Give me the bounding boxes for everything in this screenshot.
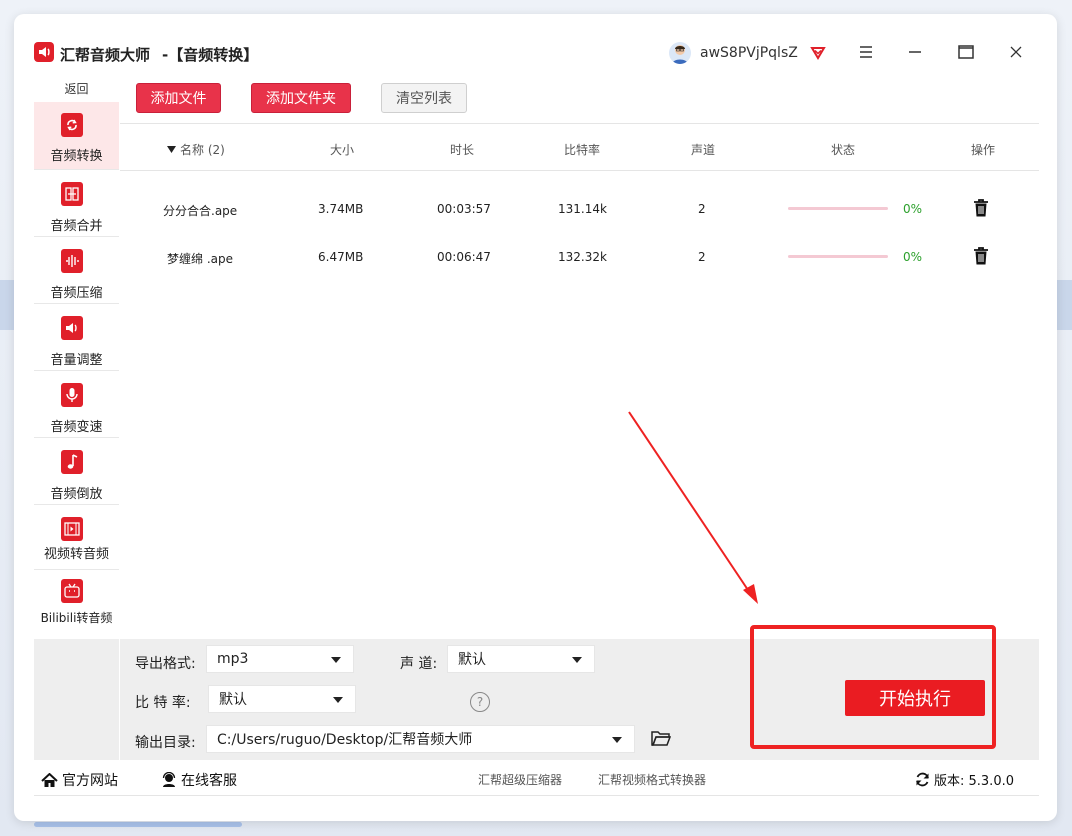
progress-percent: 0% [903,250,923,264]
channel-select[interactable]: 默认 [447,645,595,673]
sort-down-icon [167,146,176,153]
app-title: 汇帮音频大师 [60,46,151,64]
chevron-down-icon [331,657,341,663]
bitrate-label: 比 特 率: [135,695,191,711]
trash-icon[interactable] [972,198,990,218]
sidebar-item-label: 音频倒放 [50,487,103,502]
column-actions-header: 操作 [971,143,996,157]
version-info[interactable]: 版本: 5.3.0.0 [915,770,1014,789]
bitrate-select[interactable]: 默认 [208,685,356,713]
support-link[interactable]: 在线客服 [161,770,237,790]
column-bitrate-header: 比特率 [564,143,601,157]
file-size: 6.47MB [318,250,364,264]
sidebar-item-volume[interactable]: 音量调整 [34,305,119,371]
sidebar-footer [34,639,119,760]
close-icon[interactable] [1006,42,1026,62]
file-name: 分分合合.ape [163,204,238,218]
start-button[interactable]: 开始执行 [845,680,985,716]
file-bitrate: 131.14k [558,202,607,216]
audio-compress-icon [61,249,83,273]
sidebar-item-video-to-audio[interactable]: 视频转音频 [34,506,119,570]
file-duration: 00:03:57 [437,202,491,216]
refresh-icon [916,772,929,787]
sidebar-item-label: 视频转音频 [43,547,109,562]
trash-icon[interactable] [972,246,990,266]
settings-panel: 导出格式: mp3 声 道: 默认 比 特 率: 默认 ? 输出目录: C:/U… [120,639,1039,760]
file-name: 梦缠绵 .ape [167,252,233,266]
sidebar-item-audio-compress[interactable]: 音频压缩 [34,238,119,304]
music-note-icon [61,450,83,474]
format-select[interactable]: mp3 [206,645,354,673]
sidebar-item-bilibili[interactable]: Bilibili转音频 [34,574,119,640]
column-channels-header: 声道 [691,143,716,157]
add-folder-button[interactable]: 添加文件夹 [251,83,351,113]
help-icon[interactable]: ? [470,692,490,712]
folder-open-icon[interactable] [651,729,671,747]
headset-icon [162,772,176,787]
sidebar-item-audio-merge[interactable]: 音频合并 [34,171,119,237]
vip-diamond-icon[interactable] [808,42,828,62]
user-avatar[interactable] [669,42,691,64]
add-file-button[interactable]: 添加文件 [136,83,221,113]
file-channels: 2 [698,202,706,216]
audio-merge-icon [61,182,83,206]
status-bar: 官方网站 在线客服 汇帮超级压缩器 汇帮视频格式转换器 版本: 5.3.0.0 [34,760,1039,796]
sidebar-item-label: 音频变速 [50,420,103,435]
column-name-header[interactable]: 名称 (2) [167,141,225,158]
video-converter-link[interactable]: 汇帮视频格式转换器 [598,771,706,788]
chevron-down-icon [612,737,622,743]
website-link[interactable]: 官方网站 [41,770,118,790]
microphone-icon [61,383,83,407]
back-link[interactable]: 返回 [34,80,119,97]
volume-icon [61,316,83,340]
film-icon [61,517,83,541]
sidebar-item-label: Bilibili转音频 [40,611,113,625]
output-dir-label: 输出目录: [135,735,196,751]
minimize-icon[interactable] [905,42,925,62]
progress-bar [788,255,888,258]
table-header: 名称 (2) 大小 时长 比特率 声道 状态 操作 [120,125,1039,171]
column-status-header: 状态 [831,143,856,157]
sidebar-item-label: 音量调整 [50,353,103,368]
progress-bar [788,207,888,210]
home-icon [41,772,58,787]
tv-icon [61,579,83,603]
username[interactable]: awS8PVjPqlsZ [700,45,798,61]
output-dir-select[interactable]: C:/Users/ruguo/Desktop/汇帮音频大师 [206,725,635,753]
file-duration: 00:06:47 [437,250,491,264]
maximize-icon[interactable] [956,42,976,62]
format-label: 导出格式: [135,656,196,672]
progress-percent: 0% [903,202,923,216]
sidebar-item-audio-convert[interactable]: 音频转换 [34,102,119,170]
taskbar-indicator [34,822,242,827]
app-window: 汇帮音频大师 -【音频转换】 awS8PVjPqlsZ 返回 音频转换 音频合并… [14,14,1057,821]
chevron-down-icon [572,657,582,663]
compressor-link[interactable]: 汇帮超级压缩器 [478,771,562,788]
column-duration-header: 时长 [450,143,475,157]
channel-label: 声 道: [400,656,438,672]
sidebar: 返回 音频转换 音频合并 音频压缩 音量调整 音频变速 音频倒放 视频转音频 B… [34,74,119,639]
page-title: -【音频转换】 [162,46,259,64]
clear-list-button[interactable]: 清空列表 [381,83,467,113]
audio-convert-icon [61,113,83,137]
sidebar-item-audio-reverse[interactable]: 音频倒放 [34,439,119,505]
table-row[interactable]: 分分合合.ape 3.74MB 00:03:57 131.14k 2 0% [120,186,1039,234]
main-panel: 添加文件 添加文件夹 清空列表 名称 (2) 大小 时长 比特率 声道 状态 操… [120,74,1039,639]
sidebar-item-label: 音频压缩 [50,286,103,301]
menu-icon[interactable] [856,42,876,62]
file-size: 3.74MB [318,202,364,216]
title-bar: 汇帮音频大师 -【音频转换】 awS8PVjPqlsZ [14,14,1057,72]
sidebar-item-label: 音频合并 [50,219,103,234]
sidebar-item-label: 音频转换 [50,149,103,164]
file-channels: 2 [698,250,706,264]
table-row[interactable]: 梦缠绵 .ape 6.47MB 00:06:47 132.32k 2 0% [120,234,1039,282]
file-bitrate: 132.32k [558,250,607,264]
chevron-down-icon [333,697,343,703]
column-size-header: 大小 [330,143,355,157]
sidebar-item-audio-speed[interactable]: 音频变速 [34,372,119,438]
toolbar: 添加文件 添加文件夹 清空列表 [120,74,1039,124]
app-logo-icon [34,42,54,62]
